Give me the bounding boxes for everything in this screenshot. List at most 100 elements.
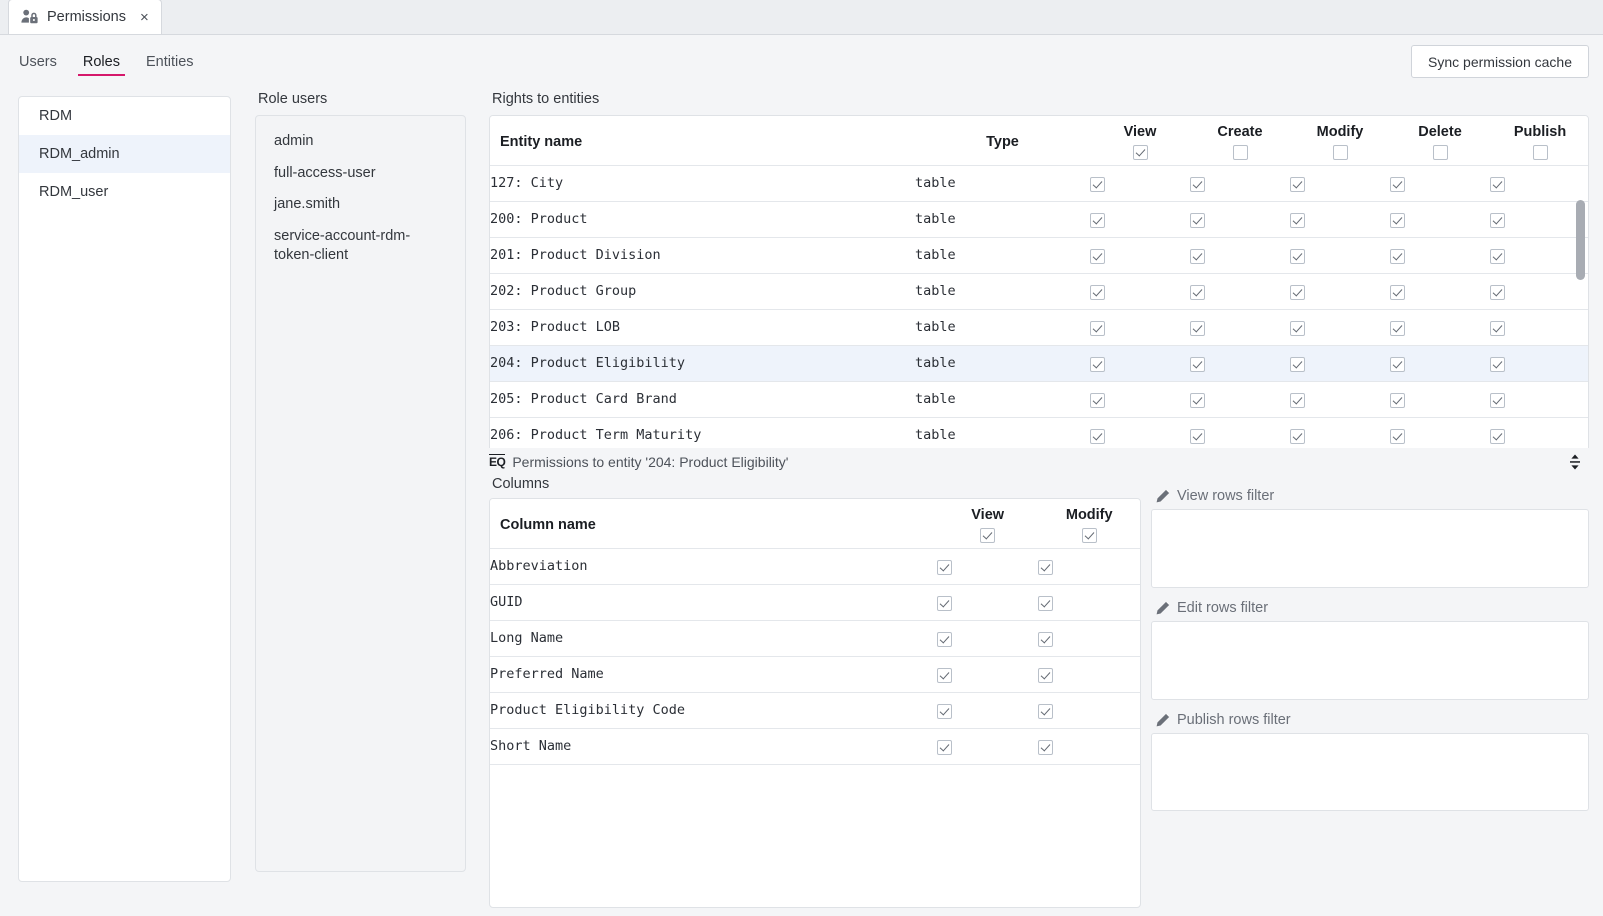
entity-checkbox-modify[interactable] — [1290, 428, 1305, 444]
entity-checkbox-create[interactable] — [1190, 392, 1205, 408]
table-row[interactable]: 127: City table — [490, 165, 1588, 202]
entity-checkbox-publish[interactable] — [1490, 248, 1505, 264]
entity-checkbox-view[interactable] — [1090, 176, 1105, 192]
entity-checkbox-view[interactable] — [1090, 356, 1105, 372]
entity-checkbox-create[interactable] — [1190, 248, 1205, 264]
entity-checkbox-modify[interactable] — [1290, 248, 1305, 264]
entity-checkbox-create[interactable] — [1190, 212, 1205, 228]
table-row[interactable]: 204: Product Eligibility table — [490, 345, 1588, 382]
entity-perm-cell — [1290, 273, 1390, 310]
entity-checkbox-modify[interactable] — [1290, 392, 1305, 408]
column-checkbox-modify[interactable] — [1038, 559, 1054, 575]
table-row[interactable]: GUID — [490, 584, 1140, 621]
entity-checkbox-modify[interactable] — [1290, 320, 1305, 336]
tab-entities[interactable]: Entities — [135, 35, 205, 88]
entities-header-checkbox-publish[interactable] — [1532, 144, 1548, 160]
column-checkbox-modify[interactable] — [1038, 667, 1054, 683]
entity-checkbox-view[interactable] — [1090, 428, 1105, 444]
entity-perm-cell — [1290, 381, 1390, 418]
table-row[interactable]: 200: Product table — [490, 201, 1588, 238]
entities-header-checkbox-view[interactable] — [1132, 144, 1148, 160]
entity-checkbox-publish[interactable] — [1490, 392, 1505, 408]
columns-header-checkbox-view[interactable] — [980, 527, 996, 543]
table-row[interactable]: Abbreviation — [490, 548, 1140, 585]
role-item-rdm[interactable]: RDM — [19, 97, 230, 135]
table-row[interactable]: Preferred Name — [490, 656, 1140, 693]
entity-checkbox-view[interactable] — [1090, 212, 1105, 228]
tab-permissions[interactable]: Permissions × — [8, 0, 162, 34]
entities-header-checkbox-create[interactable] — [1232, 144, 1248, 160]
entity-checkbox-publish[interactable] — [1490, 320, 1505, 336]
entity-checkbox-publish[interactable] — [1490, 176, 1505, 192]
entity-perm-cell — [1490, 201, 1588, 238]
entity-checkbox-delete[interactable] — [1390, 284, 1405, 300]
column-checkbox-view[interactable] — [936, 667, 952, 683]
table-row[interactable]: 205: Product Card Brand table — [490, 381, 1588, 418]
entity-checkbox-modify[interactable] — [1290, 212, 1305, 228]
column-checkbox-modify[interactable] — [1038, 703, 1054, 719]
column-checkbox-view[interactable] — [936, 595, 952, 611]
entity-checkbox-publish[interactable] — [1490, 284, 1505, 300]
column-checkbox-modify[interactable] — [1038, 595, 1054, 611]
column-checkbox-view[interactable] — [936, 703, 952, 719]
entity-checkbox-modify[interactable] — [1290, 176, 1305, 192]
entity-checkbox-view[interactable] — [1090, 320, 1105, 336]
close-icon[interactable]: × — [138, 10, 151, 25]
role-user-item[interactable]: admin — [256, 126, 465, 158]
role-item-rdm-user[interactable]: RDM_user — [19, 173, 230, 211]
role-user-item[interactable]: service-account-rdm-token-client — [256, 221, 465, 272]
role-user-item[interactable]: full-access-user — [256, 158, 465, 190]
entities-header-checkbox-delete[interactable] — [1432, 144, 1448, 160]
entity-checkbox-create[interactable] — [1190, 428, 1205, 444]
entity-checkbox-create[interactable] — [1190, 356, 1205, 372]
entity-checkbox-view[interactable] — [1090, 248, 1105, 264]
entity-checkbox-view[interactable] — [1090, 284, 1105, 300]
tab-users[interactable]: Users — [8, 35, 68, 88]
entity-checkbox-delete[interactable] — [1390, 392, 1405, 408]
column-checkbox-view[interactable] — [936, 559, 952, 575]
column-perm-cell — [1038, 728, 1140, 765]
table-row[interactable]: Long Name — [490, 620, 1140, 657]
column-checkbox-view[interactable] — [936, 739, 952, 755]
column-checkbox-modify[interactable] — [1038, 739, 1054, 755]
edit-rows-filter-input[interactable] — [1151, 621, 1589, 700]
view-rows-filter-input[interactable] — [1151, 509, 1589, 588]
entity-checkbox-create[interactable] — [1190, 320, 1205, 336]
entity-checkbox-modify[interactable] — [1290, 356, 1305, 372]
columns-header-checkbox-modify[interactable] — [1081, 527, 1097, 543]
sync-permission-cache-button[interactable]: Sync permission cache — [1411, 45, 1589, 78]
entity-checkbox-delete[interactable] — [1390, 212, 1405, 228]
entity-checkbox-publish[interactable] — [1490, 212, 1505, 228]
entity-checkbox-delete[interactable] — [1390, 176, 1405, 192]
main-content: RDM RDM_admin RDM_user Role users admin … — [0, 88, 1603, 916]
publish-rows-filter-input[interactable] — [1151, 733, 1589, 811]
pencil-icon — [1155, 488, 1171, 504]
table-row[interactable]: 203: Product LOB table — [490, 309, 1588, 346]
vertical-resize-icon[interactable] — [1565, 452, 1585, 472]
role-item-rdm-admin[interactable]: RDM_admin — [19, 135, 230, 173]
role-user-item[interactable]: jane.smith — [256, 189, 465, 221]
entity-checkbox-delete[interactable] — [1390, 320, 1405, 336]
entity-checkbox-publish[interactable] — [1490, 356, 1505, 372]
table-row[interactable]: Product Eligibility Code — [490, 692, 1140, 729]
entities-header-checkbox-modify[interactable] — [1332, 144, 1348, 160]
tab-roles[interactable]: Roles — [72, 35, 131, 88]
column-checkbox-view[interactable] — [936, 631, 952, 647]
entity-checkbox-view[interactable] — [1090, 392, 1105, 408]
entity-checkbox-delete[interactable] — [1390, 428, 1405, 444]
entity-checkbox-publish[interactable] — [1490, 428, 1505, 444]
column-checkbox-modify[interactable] — [1038, 631, 1054, 647]
entity-checkbox-modify[interactable] — [1290, 284, 1305, 300]
column-perm-cell — [936, 548, 1039, 585]
entity-checkbox-create[interactable] — [1190, 284, 1205, 300]
entity-permissions-splitter[interactable]: EQ Permissions to entity '204: Product E… — [489, 448, 1589, 476]
entity-checkbox-delete[interactable] — [1390, 248, 1405, 264]
columns-section: Columns Column name View Modify Abbreviati… — [489, 476, 1141, 908]
entities-header-name: Entity name — [490, 116, 915, 166]
table-row[interactable]: Short Name — [490, 728, 1140, 765]
table-row[interactable]: 202: Product Group table — [490, 273, 1588, 310]
entities-vertical-scrollbar[interactable] — [1576, 200, 1585, 280]
table-row[interactable]: 201: Product Division table — [490, 237, 1588, 274]
entity-checkbox-delete[interactable] — [1390, 356, 1405, 372]
entity-checkbox-create[interactable] — [1190, 176, 1205, 192]
